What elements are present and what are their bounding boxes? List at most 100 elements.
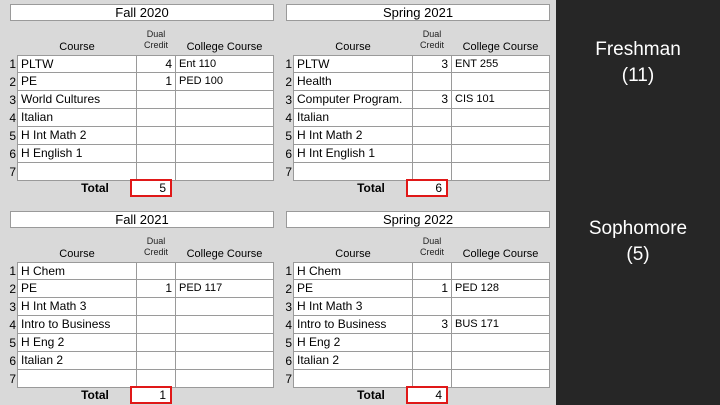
row-number: 7 xyxy=(9,372,16,386)
dual-header-line2: Credit xyxy=(419,40,444,50)
course-cell: H Eng 2 xyxy=(17,334,137,352)
dual-header-line1: Dual xyxy=(146,29,166,39)
college-course-cell xyxy=(175,334,274,352)
college-course-cell: ENT 255 xyxy=(451,55,550,73)
row-number: 7 xyxy=(285,165,292,179)
course-cell xyxy=(17,163,137,181)
total-credits-box: 5 xyxy=(130,179,172,197)
course-cell: H Eng 2 xyxy=(293,334,413,352)
dual-credit-cell: 3 xyxy=(412,91,452,109)
college-course-cell xyxy=(451,145,550,163)
course-header: Course xyxy=(335,248,371,260)
college-course-cell xyxy=(175,109,274,127)
term-title: Spring 2021 xyxy=(286,4,550,21)
row-number: 6 xyxy=(285,354,292,368)
college-course-cell xyxy=(451,334,550,352)
course-cell: H Int Math 3 xyxy=(17,298,137,316)
course-header: Course xyxy=(59,248,95,260)
college-course-cell xyxy=(451,352,550,370)
course-cell: Italian xyxy=(17,109,137,127)
college-course-cell: Ent 110 xyxy=(175,55,274,73)
dual-credit-cell: 1 xyxy=(136,280,176,298)
dual-header-line1: Dual xyxy=(422,236,442,246)
dual-credit-cell: 1 xyxy=(136,73,176,91)
college-course-cell xyxy=(175,316,274,334)
row-number: 2 xyxy=(285,75,292,89)
course-cell: PE xyxy=(17,73,137,91)
row-number: 1 xyxy=(285,264,292,278)
course-cell: World Cultures xyxy=(17,91,137,109)
college-course-cell xyxy=(451,163,550,181)
course-cell: H Int English 1 xyxy=(293,145,413,163)
college-course-cell xyxy=(175,370,274,388)
row-number: 3 xyxy=(9,300,16,314)
course-cell xyxy=(17,370,137,388)
dual-credit-cell xyxy=(136,334,176,352)
course-cell: PLTW xyxy=(293,55,413,73)
dual-credit-cell xyxy=(412,262,452,280)
college-course-cell xyxy=(175,163,274,181)
course-cell: PE xyxy=(17,280,137,298)
dual-credit-cell xyxy=(412,352,452,370)
dual-credit-cell xyxy=(412,127,452,145)
course-cell: Italian 2 xyxy=(293,352,413,370)
total-label: Total xyxy=(81,181,109,195)
college-course-cell: BUS 171 xyxy=(451,316,550,334)
row-number: 1 xyxy=(9,57,16,71)
dual-credit-cell: 3 xyxy=(412,316,452,334)
college-course-cell xyxy=(175,352,274,370)
college-course-cell: CIS 101 xyxy=(451,91,550,109)
dual-credit-cell xyxy=(136,298,176,316)
dual-credit-cell xyxy=(136,127,176,145)
row-number: 1 xyxy=(9,264,16,278)
row-number: 4 xyxy=(285,111,292,125)
course-cell: PE xyxy=(293,280,413,298)
row-number: 6 xyxy=(9,147,16,161)
total-credits-box: 6 xyxy=(406,179,448,197)
row-number: 4 xyxy=(9,111,16,125)
course-cell: H Int Math 2 xyxy=(293,127,413,145)
college-course-cell xyxy=(175,91,274,109)
dual-credit-cell xyxy=(412,145,452,163)
dual-credit-cell xyxy=(136,316,176,334)
course-cell: H Int Math 2 xyxy=(17,127,137,145)
row-number: 6 xyxy=(285,147,292,161)
college-course-cell xyxy=(175,298,274,316)
row-number: 5 xyxy=(285,129,292,143)
course-cell: Health xyxy=(293,73,413,91)
college-course-cell: PED 100 xyxy=(175,73,274,91)
course-cell: PLTW xyxy=(17,55,137,73)
college-course-cell xyxy=(175,262,274,280)
college-course-cell xyxy=(451,127,550,145)
row-number: 3 xyxy=(9,93,16,107)
college-course-cell xyxy=(451,262,550,280)
college-course-cell: PED 117 xyxy=(175,280,274,298)
college-header: College Course xyxy=(462,41,539,53)
row-number: 3 xyxy=(285,93,292,107)
row-number: 5 xyxy=(9,336,16,350)
dual-credit-cell xyxy=(136,352,176,370)
college-course-cell xyxy=(175,145,274,163)
row-number: 2 xyxy=(9,75,16,89)
dual-credit-cell xyxy=(412,109,452,127)
college-course-cell xyxy=(451,370,550,388)
course-header: Course xyxy=(59,41,95,53)
row-number: 4 xyxy=(285,318,292,332)
dual-credit-cell xyxy=(136,262,176,280)
dual-credit-cell xyxy=(136,109,176,127)
row-number: 5 xyxy=(9,129,16,143)
college-header: College Course xyxy=(186,248,263,260)
dual-header-line2: Credit xyxy=(143,40,168,50)
sophomore-count: (5) xyxy=(626,244,650,265)
course-cell: Intro to Business xyxy=(293,316,413,334)
dual-credit-cell xyxy=(136,145,176,163)
dual-credit-cell xyxy=(412,298,452,316)
college-course-cell xyxy=(175,127,274,145)
term-title: Spring 2022 xyxy=(286,211,550,228)
freshman-count: (11) xyxy=(621,65,655,86)
course-cell: H Chem xyxy=(293,262,413,280)
course-cell: H English 1 xyxy=(17,145,137,163)
row-number: 7 xyxy=(285,372,292,386)
row-number: 1 xyxy=(285,57,292,71)
dual-header-line2: Credit xyxy=(419,247,444,257)
